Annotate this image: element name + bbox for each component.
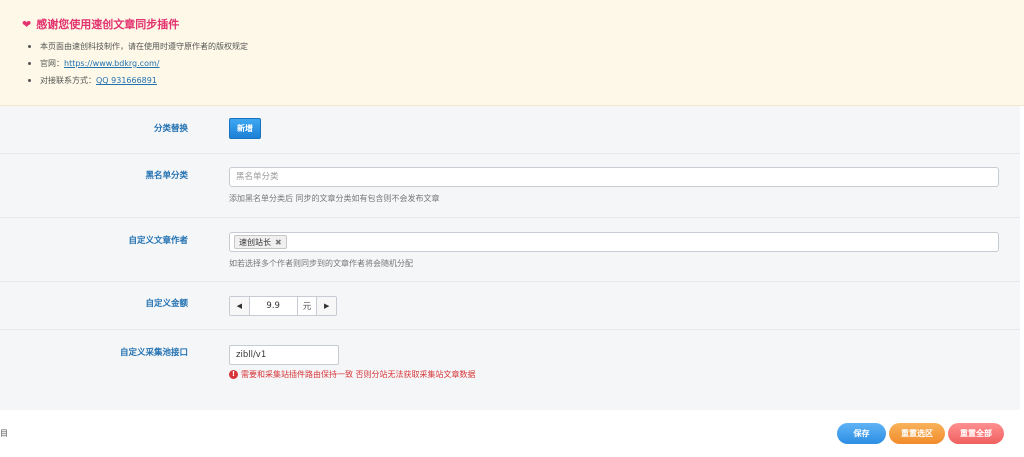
notice-item-text: 对接联系方式： xyxy=(40,76,96,85)
notice-item: 对接联系方式： QQ 931666891 xyxy=(28,75,248,92)
notice-list: 本页面由速创科技制作，请在使用时遵守原作者的版权规定 官网： https://w… xyxy=(28,41,248,92)
blacklist-label: 黑名单分类 xyxy=(145,171,188,181)
custom-author-hint: 如若选择多个作者则同步到的文章作者将会随机分配 xyxy=(229,259,413,268)
custom-author-label: 自定义文章作者 xyxy=(128,236,188,246)
row-custom-amount: 自定义金额 ◀ 9.9 元 ▶ xyxy=(0,282,1020,330)
notice-item-text: 本页面由速创科技制作，请在使用时遵守原作者的版权规定 xyxy=(40,42,248,51)
api-input[interactable] xyxy=(229,345,339,365)
row-custom-api: 自定义采集池接口 ! 需要和采集站插件路由保持一致 否则分站无法获取采集站文章数… xyxy=(0,330,1020,410)
blacklist-hint: 添加黑名单分类后 同步的文章分类如有包含则不会发布文章 xyxy=(229,194,440,203)
custom-api-label: 自定义采集池接口 xyxy=(119,348,188,358)
row-custom-author: 自定义文章作者 速创站长 ✖ 如若选择多个作者则同步到的文章作者将会随机分配 xyxy=(0,218,1020,282)
blacklist-input[interactable] xyxy=(229,167,999,187)
bullet-icon xyxy=(28,62,31,65)
reset-all-button[interactable]: 重置全部 xyxy=(948,423,1004,444)
amount-unit: 元 xyxy=(296,297,317,315)
author-tag: 速创站长 ✖ xyxy=(234,235,287,249)
row-category-replace: 分类替换 新增 xyxy=(0,106,1020,154)
row-blacklist: 黑名单分类 添加黑名单分类后 同步的文章分类如有包含则不会发布文章 xyxy=(0,154,1020,218)
error-icon: ! xyxy=(229,370,238,379)
custom-amount-label: 自定义金额 xyxy=(145,299,188,309)
bullet-icon xyxy=(28,79,31,82)
notice-item-text: 官网： xyxy=(40,59,64,68)
notice-title-text: 感谢您使用速创文章同步插件 xyxy=(36,18,180,31)
amount-value[interactable]: 9.9 xyxy=(250,297,297,315)
reset-section-button[interactable]: 重置选区 xyxy=(889,423,945,444)
notice-title: ❤ 感谢您使用速创文章同步插件 xyxy=(22,16,179,32)
author-tag-input[interactable]: 速创站长 ✖ xyxy=(229,232,999,252)
notice-item: 官网： https://www.bdkrg.com/ xyxy=(28,58,248,75)
api-error-text: 需要和采集站插件路由保持一致 否则分站无法获取采集站文章数据 xyxy=(241,370,476,379)
api-error: ! 需要和采集站插件路由保持一致 否则分站无法获取采集站文章数据 xyxy=(229,369,476,380)
amount-stepper: ◀ 9.9 元 ▶ xyxy=(229,296,337,316)
footer-bar: 目 保存 重置选区 重置全部 xyxy=(0,410,1024,457)
save-button[interactable]: 保存 xyxy=(837,423,886,444)
remove-tag-icon[interactable]: ✖ xyxy=(275,238,282,247)
author-tag-label: 速创站长 xyxy=(239,237,271,247)
settings-form: 分类替换 新增 黑名单分类 添加黑名单分类后 同步的文章分类如有包含则不会发布文… xyxy=(0,106,1020,410)
bullet-icon xyxy=(28,45,31,48)
website-link[interactable]: https://www.bdkrg.com/ xyxy=(64,58,159,70)
notice-panel: ❤ 感谢您使用速创文章同步插件 本页面由速创科技制作，请在使用时遵守原作者的版权… xyxy=(0,0,1024,106)
notice-item: 本页面由速创科技制作，请在使用时遵守原作者的版权规定 xyxy=(28,41,248,58)
add-button[interactable]: 新增 xyxy=(229,118,261,139)
decrease-icon[interactable]: ◀ xyxy=(230,297,250,315)
category-replace-label: 分类替换 xyxy=(153,124,188,134)
increase-icon[interactable]: ▶ xyxy=(316,297,336,315)
qq-link[interactable]: QQ 931666891 xyxy=(96,75,157,87)
footer-left-text: 目 xyxy=(0,429,8,438)
heart-icon: ❤ xyxy=(22,17,32,31)
